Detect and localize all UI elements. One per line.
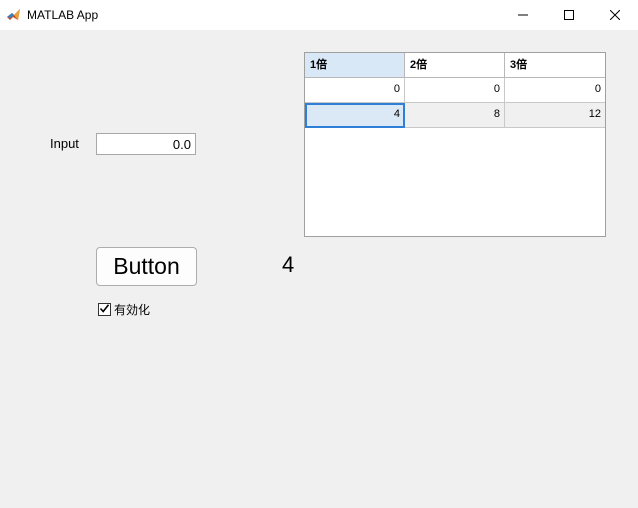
column-header-3[interactable]: 3倍 (505, 53, 605, 78)
table-cell[interactable]: 0 (405, 78, 505, 103)
window-title: MATLAB App (27, 8, 99, 22)
table-cell[interactable]: 0 (305, 78, 405, 103)
matlab-icon (6, 7, 21, 22)
checkbox-box[interactable] (98, 303, 111, 316)
table-cell-selected[interactable]: 4 (305, 103, 405, 128)
maximize-button[interactable] (546, 0, 592, 30)
result-label: 4 (282, 252, 295, 277)
table-header: 1倍 2倍 3倍 (305, 53, 605, 78)
minimize-button[interactable] (500, 0, 546, 30)
maximize-icon (564, 10, 574, 20)
table-cell[interactable]: 12 (505, 103, 605, 128)
enable-checkbox[interactable]: 有効化 (98, 301, 150, 318)
close-icon (610, 10, 620, 20)
table-row: 4 8 12 (305, 103, 605, 128)
column-header-1[interactable]: 1倍 (305, 53, 405, 78)
checkmark-icon (99, 301, 110, 319)
checkbox-label: 有効化 (114, 303, 151, 317)
push-button[interactable]: Button (96, 247, 197, 286)
input-field[interactable] (96, 133, 196, 155)
table-row: 0 0 0 (305, 78, 605, 103)
data-table[interactable]: 1倍 2倍 3倍 0 0 0 4 8 12 (304, 52, 606, 237)
title-bar: MATLAB App (0, 0, 638, 30)
table-cell[interactable]: 0 (505, 78, 605, 103)
minimize-icon (518, 10, 528, 20)
input-label: Input (50, 136, 79, 151)
close-button[interactable] (592, 0, 638, 30)
column-header-2[interactable]: 2倍 (405, 53, 505, 78)
table-cell[interactable]: 8 (405, 103, 505, 128)
